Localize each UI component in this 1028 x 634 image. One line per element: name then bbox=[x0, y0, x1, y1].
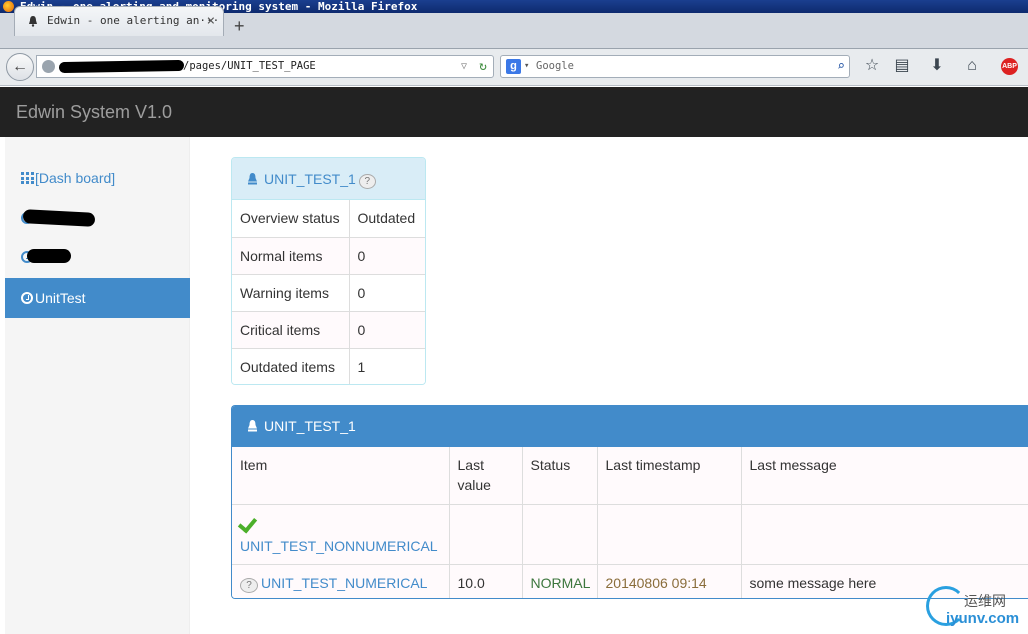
timestamp-cell bbox=[597, 504, 742, 565]
detail-panel-header: UNIT_TEST_1 bbox=[232, 406, 1028, 447]
help-icon[interactable]: ? bbox=[358, 174, 376, 189]
item-link[interactable]: UNIT_TEST_NONNUMERICAL bbox=[240, 538, 438, 554]
value-cell bbox=[449, 504, 523, 565]
search-bar[interactable]: g ▾ Google ⌕ bbox=[500, 55, 850, 78]
watermark-en: iyunv.com bbox=[946, 610, 1020, 627]
item-link[interactable]: UNIT_TEST_NUMERICAL bbox=[261, 575, 427, 591]
tab-title: Edwin - one alerting an··· bbox=[47, 14, 220, 27]
redacted-label bbox=[27, 249, 71, 263]
table-row: ? UNIT_TEST_NUMERICAL 10.0 NORMAL 2014080… bbox=[232, 564, 1028, 598]
summary-title-link[interactable]: UNIT_TEST_1 bbox=[264, 171, 356, 187]
message-cell bbox=[741, 504, 1028, 565]
sidebar-item-dashboard[interactable]: [Dash board] bbox=[5, 158, 190, 198]
summary-key: Warning items bbox=[232, 274, 350, 312]
url-dropdown-icon[interactable]: ▽ bbox=[461, 56, 467, 77]
bell-icon bbox=[248, 173, 257, 185]
firefox-icon bbox=[3, 1, 14, 12]
detail-panel: UNIT_TEST_1 Item Last value Status Last … bbox=[231, 405, 1028, 599]
table-row: Critical items 0 bbox=[232, 311, 425, 349]
items-table: Item Last value Status Last timestamp La… bbox=[232, 447, 1028, 598]
redacted-host bbox=[58, 59, 185, 74]
timestamp-cell: 20140806 09:14 bbox=[597, 564, 742, 598]
table-row: Normal items 0 bbox=[232, 237, 425, 275]
search-engine-dropdown-icon[interactable]: ▾ bbox=[524, 56, 529, 77]
app-navbar: Edwin System V1.0 bbox=[0, 87, 1028, 137]
adblock-icon[interactable]: ABP bbox=[1001, 58, 1018, 75]
summary-key: Critical items bbox=[232, 311, 350, 349]
watermark-logo: 运维网 iyunv.com bbox=[924, 586, 1028, 634]
item-cell: ? UNIT_TEST_NUMERICAL bbox=[232, 564, 450, 598]
browser-tab[interactable]: Edwin - one alerting an··· × bbox=[14, 6, 224, 36]
summary-value: 0 bbox=[349, 237, 425, 275]
clock-icon bbox=[21, 292, 33, 304]
summary-value: 0 bbox=[349, 311, 425, 349]
bookmark-star-icon[interactable]: ☆ bbox=[862, 56, 882, 76]
summary-key: Outdated items bbox=[232, 348, 350, 384]
column-header-item: Item bbox=[232, 447, 450, 505]
back-arrow-icon: ← bbox=[12, 58, 28, 75]
table-row: Warning items 0 bbox=[232, 274, 425, 312]
search-placeholder: Google bbox=[536, 60, 574, 72]
column-header-last-message: Last message bbox=[741, 447, 1028, 505]
sidebar: [Dash board] UnitTest bbox=[5, 137, 190, 634]
search-icon[interactable]: ⌕ bbox=[837, 56, 845, 77]
google-icon[interactable]: g bbox=[506, 59, 521, 74]
bookmarks-list-icon[interactable]: ▤ bbox=[892, 56, 912, 76]
summary-table: Overview status Outdated Normal items 0 Wa… bbox=[232, 200, 425, 384]
url-bar[interactable]: /pages/UNIT_TEST_PAGE ▽ ↻ bbox=[36, 55, 494, 78]
column-header-last-value: Last value bbox=[449, 447, 523, 505]
question-icon: ? bbox=[240, 578, 258, 593]
summary-key: Overview status bbox=[232, 200, 350, 238]
new-tab-button[interactable]: + bbox=[234, 17, 245, 35]
table-row: Outdated items 1 bbox=[232, 348, 425, 384]
column-header-last-timestamp: Last timestamp bbox=[597, 447, 742, 505]
column-header-status: Status bbox=[522, 447, 598, 505]
sidebar-item-unittest[interactable]: UnitTest bbox=[5, 278, 190, 318]
table-row: UNIT_TEST_NONNUMERICAL bbox=[232, 504, 1028, 565]
summary-value: Outdated bbox=[349, 200, 425, 238]
reload-icon[interactable]: ↻ bbox=[479, 56, 487, 77]
grid-icon bbox=[21, 172, 34, 184]
table-header-row: Item Last value Status Last timestamp La… bbox=[232, 447, 1028, 505]
sidebar-item-redacted-2[interactable] bbox=[5, 237, 190, 277]
bell-icon bbox=[248, 420, 257, 432]
table-row: Overview status Outdated bbox=[232, 200, 425, 238]
summary-value: 1 bbox=[349, 348, 425, 384]
watermark-cn: 运维网 bbox=[964, 594, 1006, 610]
detail-title[interactable]: UNIT_TEST_1 bbox=[264, 418, 356, 434]
back-button[interactable]: ← bbox=[6, 53, 34, 81]
close-tab-icon[interactable]: × bbox=[207, 7, 215, 35]
downloads-icon[interactable]: ⬇ bbox=[927, 56, 947, 76]
value-cell: 10.0 bbox=[449, 564, 523, 598]
bell-icon bbox=[29, 16, 37, 27]
sidebar-item-redacted-1[interactable] bbox=[5, 198, 190, 238]
item-cell: UNIT_TEST_NONNUMERICAL bbox=[232, 504, 450, 565]
sidebar-item-label: [Dash board] bbox=[35, 170, 116, 186]
globe-icon bbox=[42, 60, 55, 73]
redacted-label bbox=[22, 209, 96, 227]
app-brand[interactable]: Edwin System V1.0 bbox=[16, 102, 172, 123]
url-text: /pages/UNIT_TEST_PAGE bbox=[183, 60, 316, 72]
summary-panel: UNIT_TEST_1? Overview status Outdated Nor… bbox=[231, 157, 426, 385]
summary-panel-header: UNIT_TEST_1? bbox=[232, 158, 425, 200]
status-cell bbox=[522, 504, 598, 565]
check-icon bbox=[240, 515, 258, 531]
sidebar-item-label: UnitTest bbox=[35, 290, 86, 306]
home-icon[interactable]: ⌂ bbox=[962, 56, 982, 76]
status-cell: NORMAL bbox=[522, 564, 598, 598]
summary-value: 0 bbox=[349, 274, 425, 312]
summary-key: Normal items bbox=[232, 237, 350, 275]
